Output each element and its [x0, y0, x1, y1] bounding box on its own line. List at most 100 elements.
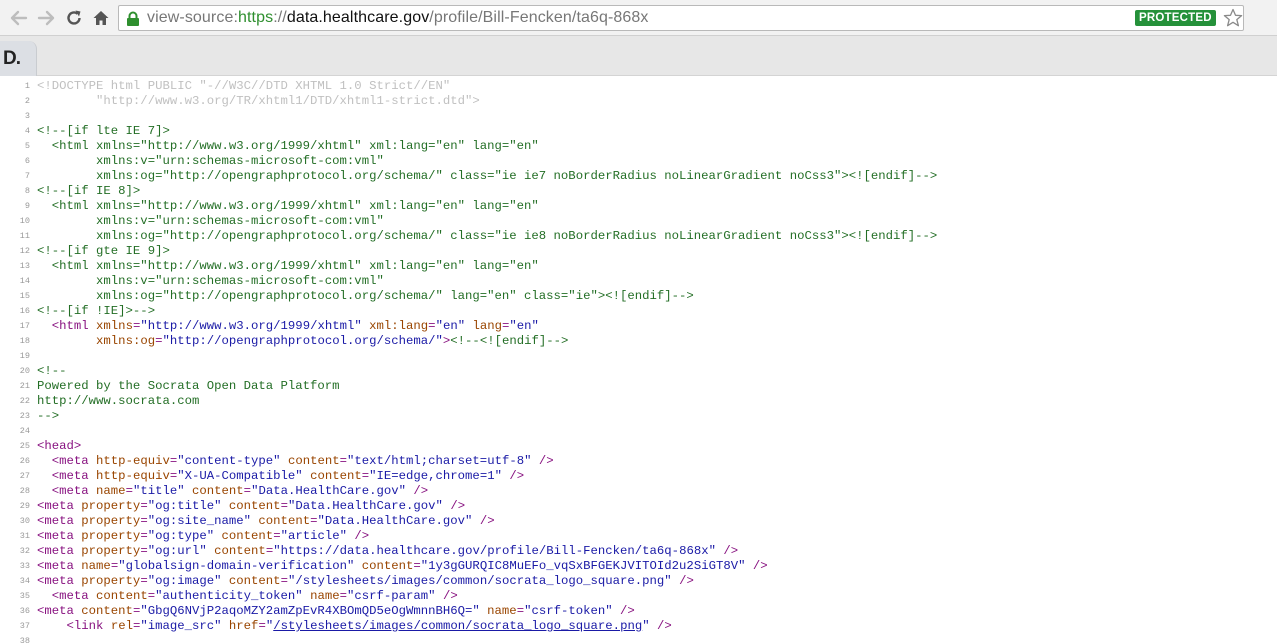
source-line: 33 <meta name = "globalsign-domain-verifica… — [0, 559, 1277, 574]
star-icon[interactable] — [1223, 8, 1243, 28]
code-token: "Data.HealthCare.gov" — [251, 484, 407, 498]
code-token: "X-UA-Compatible" — [177, 469, 303, 483]
source-line: 17 <html xmlns = "http://www.w3.org/1999/x… — [0, 319, 1277, 334]
source-line: 11 xmlns:og="http://opengraphprotocol.or… — [0, 229, 1277, 244]
code-token: <meta — [51, 589, 97, 603]
code-token: <link — [66, 619, 111, 633]
code-token: "image_src" — [140, 619, 222, 633]
source-line: 24 — [0, 424, 1277, 439]
code-token: content — [228, 499, 281, 513]
code-token: xml:lang — [369, 319, 429, 333]
line-number: 20 — [19, 366, 30, 376]
line-number: 7 — [24, 171, 30, 181]
source-line: 38 — [0, 634, 1277, 643]
tab-strip: D. — [0, 36, 1277, 76]
code-token: content — [361, 559, 414, 573]
line-code: <head> — [37, 439, 81, 454]
source-line: 12 <!--[if gte IE 9]> — [0, 244, 1277, 259]
code-token: <meta — [51, 454, 97, 468]
code-token: property — [81, 544, 141, 558]
code-token: /> — [620, 604, 635, 618]
line-number: 23 — [19, 411, 30, 421]
source-line: 30 <meta property="og:site_name" content=… — [0, 514, 1277, 529]
source-link[interactable]: /stylesheets/images/common/socrata_logo_… — [273, 619, 642, 633]
line-code: <!--[if lte IE 7]> — [37, 124, 170, 139]
code-token: /> — [538, 454, 554, 468]
line-number: 17 — [19, 321, 30, 331]
code-token: <html xmlns="http://www.w3.org/1999/xhtm… — [37, 199, 539, 213]
line-number: 31 — [19, 531, 30, 541]
source-view[interactable]: 1 <!DOCTYPE html PUBLIC "-//W3C//DTD XHTM… — [0, 76, 1277, 643]
source-line: 25 <head> — [0, 439, 1277, 454]
line-code: <!-- — [37, 364, 67, 379]
forward-button[interactable] — [34, 6, 58, 30]
line-code: <meta property="og:url" content="https:/… — [37, 544, 738, 559]
code-token: property — [81, 499, 141, 513]
browser-toolbar: view-source:https://data.healthcare.gov/… — [0, 0, 1277, 36]
code-token: xmlns — [96, 319, 133, 333]
code-token: content — [258, 514, 311, 528]
source-line: 18 xmlns:og="http://opengraphprotocol.or… — [0, 334, 1277, 349]
source-line: 37 <link rel="image_src" href="/styleshe… — [0, 619, 1277, 634]
protected-badge[interactable]: PROTECTED — [1135, 10, 1216, 26]
code-token: = — [125, 484, 133, 498]
line-number: 16 — [19, 306, 30, 316]
code-token: <!--[if !IE]>--> — [37, 304, 156, 318]
line-number: 3 — [24, 111, 30, 121]
line-number: 38 — [19, 636, 30, 643]
tab-active[interactable]: D. — [0, 41, 37, 76]
address-bar[interactable]: view-source:https://data.healthcare.gov/… — [118, 5, 1244, 31]
line-code: <meta http-equiv="X-UA-Compatible" conte… — [37, 469, 524, 484]
line-code: <meta property="og:image" content="/styl… — [37, 574, 694, 589]
code-token: name — [81, 559, 111, 573]
code-token: "/stylesheets/images/common/socrata_logo… — [287, 574, 672, 588]
line-code: http://www.socrata.com — [37, 394, 199, 409]
code-token: "og:type" — [147, 529, 215, 543]
code-token: <html xmlns="http://www.w3.org/1999/xhtm… — [37, 139, 539, 153]
source-line: 4 <!--[if lte IE 7]> — [0, 124, 1277, 139]
code-token: <!--[if lte IE 7]> — [37, 124, 170, 138]
line-code: <link rel="image_src" href="/stylesheets… — [37, 619, 672, 634]
home-icon — [93, 11, 109, 25]
source-line: 35 <meta content="authenticity_token" na… — [0, 589, 1277, 604]
line-number: 6 — [24, 156, 30, 166]
source-line: 31 <meta property="og:type" content="arti… — [0, 529, 1277, 544]
line-number: 2 — [24, 96, 30, 106]
code-token: "IE=edge,chrome=1" — [369, 469, 502, 483]
line-number: 1 — [24, 81, 30, 91]
source-line: 8 <!--[if IE 8]> — [0, 184, 1277, 199]
line-code: <!--[if IE 8]> — [37, 184, 140, 199]
line-number: 8 — [24, 186, 30, 196]
code-token: /> — [354, 529, 370, 543]
code-token: <!--[if gte IE 9]> — [37, 244, 170, 258]
code-token: http-equiv — [96, 454, 170, 468]
source-line: 34 <meta property="og:image" content="/st… — [0, 574, 1277, 589]
code-token: "http://opengraphprotocol.org/schema/" — [162, 334, 443, 348]
code-token: /> — [509, 469, 525, 483]
url-view-source: view-source: — [147, 9, 239, 26]
code-token: "1y3gGURQIC8MuEFo_vqSxBFGEKJVITOId2u2SiG… — [420, 559, 746, 573]
code-token: "text/html;charset=utf-8" — [346, 454, 532, 468]
source-line: 20 <!-- — [0, 364, 1277, 379]
home-button[interactable] — [89, 6, 113, 30]
back-button[interactable] — [7, 6, 31, 30]
code-token: "en" — [509, 319, 539, 333]
source-line: 9 <html xmlns="http://www.w3.org/1999/xh… — [0, 199, 1277, 214]
line-number: 35 — [19, 591, 30, 601]
line-code: <html xmlns="http://www.w3.org/1999/xhtm… — [37, 259, 539, 274]
source-line: 28 <meta name="title" content="Data.Heal… — [0, 484, 1277, 499]
line-number: 34 — [19, 576, 30, 586]
code-token: /> — [413, 484, 429, 498]
code-token: property — [81, 529, 141, 543]
reload-button[interactable] — [62, 6, 86, 30]
line-code: Powered by the Socrata Open Data Platfor… — [37, 379, 340, 394]
source-line: 2 "http://www.w3.org/TR/xhtml1/DTD/xhtml… — [0, 94, 1277, 109]
